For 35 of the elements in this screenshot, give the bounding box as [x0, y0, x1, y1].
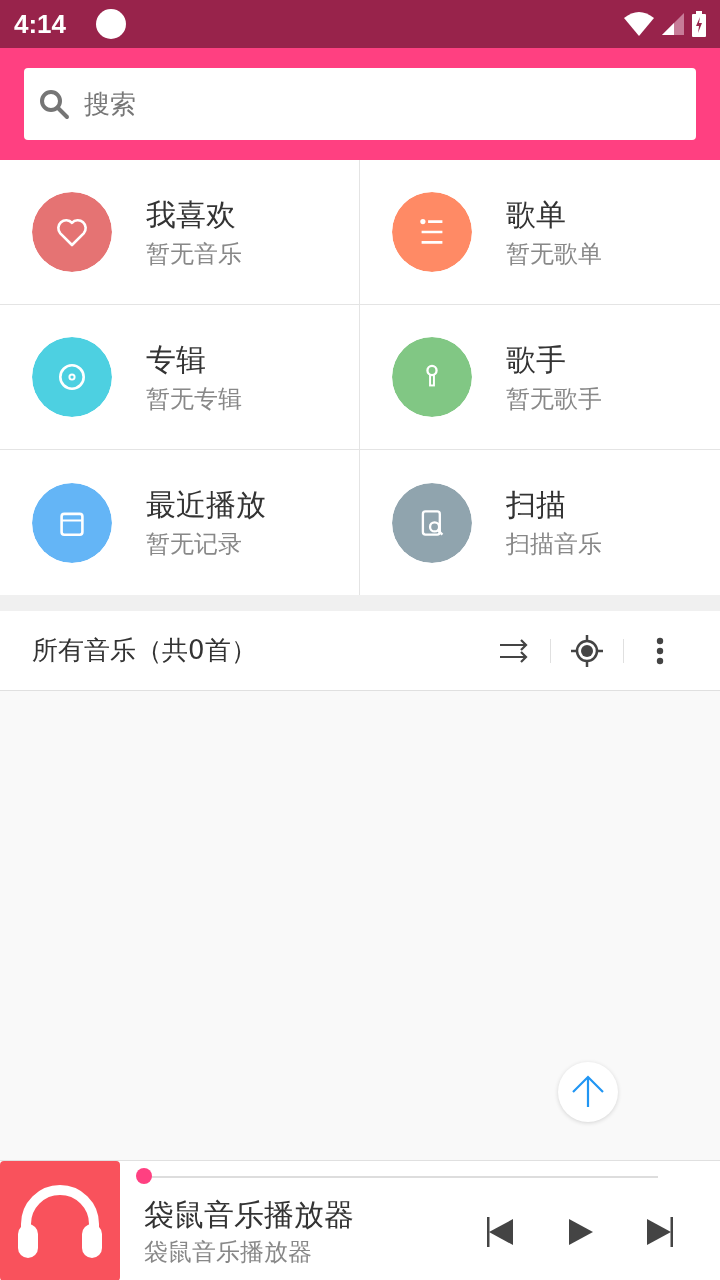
headphones-icon — [18, 1184, 102, 1258]
battery-icon — [692, 11, 706, 37]
arrow-up-icon — [570, 1074, 606, 1110]
scroll-top-button[interactable] — [558, 1062, 618, 1122]
category-subtitle: 暂无歌手 — [506, 383, 602, 415]
category-subtitle: 暂无歌单 — [506, 238, 602, 270]
signal-icon — [662, 13, 684, 35]
search-icon — [38, 88, 70, 120]
shuffle-icon — [499, 638, 529, 663]
category-subtitle: 暂无记录 — [146, 529, 243, 560]
status-time: 4:14 — [14, 8, 67, 40]
category-subtitle: 扫描音乐 — [506, 529, 602, 560]
wifi-icon — [624, 12, 654, 36]
category-tile[interactable]: 专辑 暂无专辑 — [0, 305, 360, 450]
category-title: 最近播放 — [146, 486, 266, 524]
song-title: 袋鼠音乐播放器 — [144, 1196, 355, 1234]
category-tile[interactable]: 最近播放 暂无记录 — [0, 450, 360, 595]
category-title: 歌手 — [506, 340, 567, 379]
category-subtitle: 暂无专辑 — [146, 383, 242, 415]
notification-icon — [96, 9, 127, 39]
more-icon — [656, 636, 664, 665]
category-tile[interactable]: 我喜欢 暂无音乐 — [0, 160, 360, 305]
category-tile[interactable]: 歌单 暂无歌单 — [360, 160, 720, 305]
category-title: 扫描 — [506, 486, 567, 524]
list-title: 所有音乐（共0首） — [32, 634, 258, 667]
category-title: 专辑 — [146, 340, 207, 379]
category-tile[interactable]: 扫描 扫描音乐 — [360, 450, 720, 595]
song-artist: 袋鼠音乐播放器 — [144, 1237, 313, 1268]
album-art[interactable] — [0, 1161, 120, 1280]
search-field[interactable]: 搜索 — [24, 68, 696, 140]
category-subtitle: 暂无音乐 — [146, 238, 242, 270]
category-title: 我喜欢 — [146, 195, 237, 234]
crosshair-icon — [570, 633, 604, 668]
category-title: 歌单 — [506, 195, 567, 234]
category-tile[interactable]: 歌手 暂无歌手 — [360, 305, 720, 450]
